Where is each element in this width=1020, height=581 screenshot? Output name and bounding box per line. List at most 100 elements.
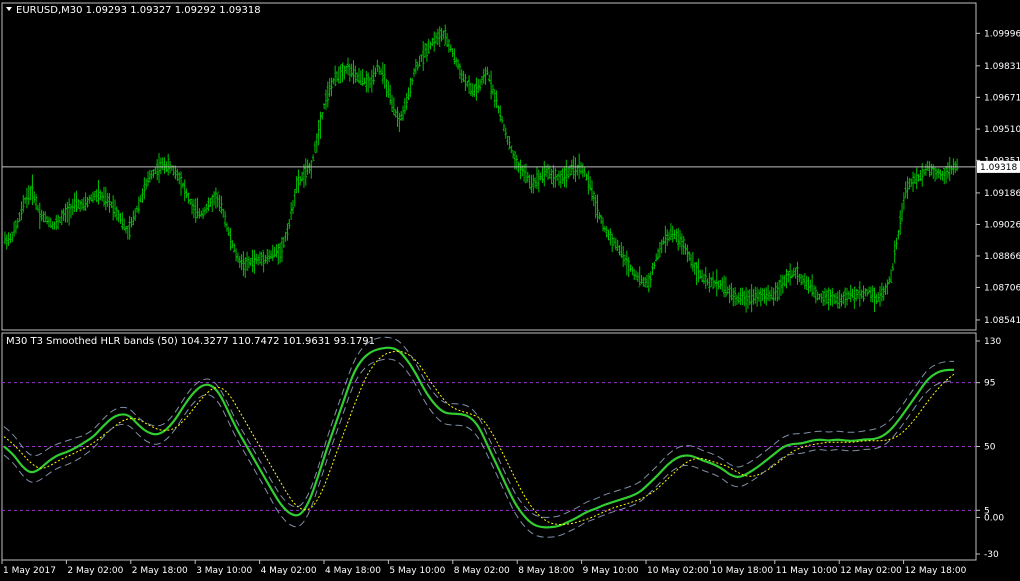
price-bar <box>713 279 717 288</box>
price-bar <box>190 198 194 215</box>
price-bar <box>267 249 271 263</box>
price-bar <box>478 79 482 91</box>
price-bar <box>255 253 258 265</box>
price-bar <box>677 227 680 251</box>
price-bar <box>823 287 827 306</box>
price-bar <box>155 159 159 181</box>
price-bar <box>141 188 144 203</box>
price-bar <box>416 61 419 71</box>
price-bar <box>493 89 496 108</box>
price-bar <box>455 57 458 67</box>
time-tick-label: 8 May 02:00 <box>454 566 510 576</box>
price-bar <box>840 293 843 307</box>
price-bar <box>752 288 755 305</box>
price-bar <box>75 190 78 213</box>
price-bar <box>58 217 62 223</box>
price-bar <box>627 257 630 278</box>
price-bar <box>344 65 348 74</box>
time-tick-label: 10 May 02:00 <box>647 566 709 576</box>
price-bar <box>236 252 240 263</box>
price-bar <box>106 192 109 207</box>
price-bar <box>198 208 201 219</box>
price-bar <box>245 251 249 271</box>
price-bar <box>853 286 856 309</box>
price-bar <box>671 225 674 243</box>
price-bar <box>511 150 515 159</box>
price-tick-label: 1.09026 <box>984 220 1020 230</box>
price-bar <box>429 41 432 50</box>
chart-menu-triangle-icon[interactable] <box>6 7 12 11</box>
price-bar <box>625 250 629 276</box>
price-bar <box>658 241 662 258</box>
price-bar <box>291 199 295 215</box>
price-bar <box>166 153 170 176</box>
price-bar <box>897 229 900 240</box>
price-bar <box>900 202 904 222</box>
price-bar <box>772 287 775 306</box>
price-bar <box>154 166 157 174</box>
price-bar <box>566 167 570 179</box>
price-bar <box>425 43 429 62</box>
price-bar <box>227 226 230 236</box>
price-bar <box>411 77 414 86</box>
price-bar <box>754 286 757 304</box>
price-bar <box>843 287 847 308</box>
price-bar <box>161 157 164 171</box>
price-bar <box>328 78 331 97</box>
price-bar <box>878 286 882 307</box>
time-tick-label: 4 May 02:00 <box>261 566 317 576</box>
price-bar <box>387 81 390 98</box>
price-bar <box>924 164 928 176</box>
price-bar <box>189 199 192 205</box>
price-bar <box>93 191 97 201</box>
price-bar <box>121 212 124 230</box>
price-bar <box>117 209 120 223</box>
price-bar <box>203 206 207 215</box>
price-bar <box>746 290 750 309</box>
price-bar <box>519 159 522 180</box>
price-bar <box>711 271 715 290</box>
price-bar <box>398 112 401 133</box>
price-bar <box>449 44 452 53</box>
price-bar <box>139 195 142 203</box>
price-bar <box>271 244 274 262</box>
price-bar <box>805 275 808 290</box>
price-bar <box>629 264 632 272</box>
price-bar <box>675 228 678 243</box>
price-bar <box>704 266 707 289</box>
price-bar <box>86 196 89 208</box>
price-bar <box>55 214 58 230</box>
price-bar <box>354 65 357 83</box>
price-bar <box>16 218 19 229</box>
price-bar <box>157 153 161 184</box>
price-bar <box>543 161 546 187</box>
price-bar <box>333 65 337 87</box>
chart-canvas: 1.099961.098311.096711.095101.093511.091… <box>1 2 1020 576</box>
price-bar <box>911 171 915 193</box>
price-bar <box>311 154 315 161</box>
price-bar <box>62 208 65 222</box>
price-tick-label: 1.08866 <box>984 252 1020 262</box>
price-bar <box>502 123 506 132</box>
price-bar <box>871 285 874 303</box>
price-tick-label: 1.09831 <box>984 62 1020 72</box>
price-bar <box>561 168 564 184</box>
price-bar <box>636 272 640 282</box>
price-bar <box>18 212 21 222</box>
price-bar <box>211 194 214 213</box>
price-bar <box>497 105 500 114</box>
price-bar <box>743 290 746 307</box>
price-tick-label: 1.09186 <box>984 189 1020 199</box>
price-bar <box>102 186 106 207</box>
price-bar <box>111 195 115 221</box>
price-bar <box>278 242 282 264</box>
price-bar <box>482 68 485 84</box>
price-bar <box>664 225 667 253</box>
price-bar <box>234 248 238 262</box>
price-bar <box>128 215 131 240</box>
price-bar <box>854 288 858 302</box>
price-bar <box>42 211 45 223</box>
price-bar <box>565 159 568 188</box>
price-bar <box>882 285 885 301</box>
indicator-tick-label: -30 <box>984 550 999 560</box>
